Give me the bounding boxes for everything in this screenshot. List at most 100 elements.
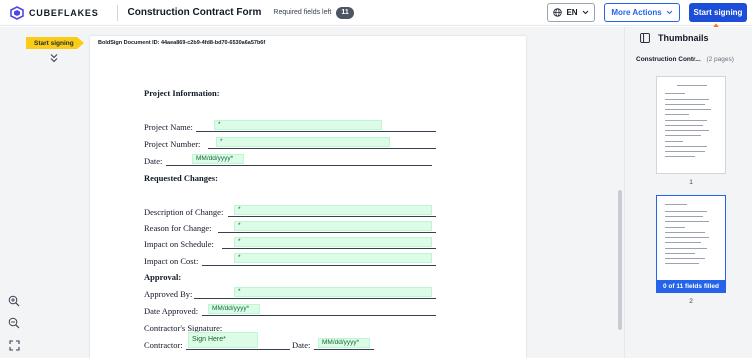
date-approved-label: Date Approved: <box>144 306 199 316</box>
reason-for-change-label: Reason for Change: <box>144 223 212 233</box>
project-number-line <box>208 148 436 149</box>
description-of-change-line <box>228 216 436 217</box>
thumbnail-text-line <box>665 93 685 94</box>
thumbnail-text-line <box>665 104 705 105</box>
reason-for-change-field[interactable]: * <box>234 221 432 231</box>
fit-screen-button[interactable] <box>6 337 22 353</box>
start-signing-button[interactable]: Start signing <box>689 3 747 22</box>
impact-on-schedule-label: Impact on Schedule: <box>144 239 214 249</box>
thumbnail-text-line <box>665 227 685 228</box>
zoom-out-icon <box>8 317 20 329</box>
date-placeholder: MM/dd/yyyy <box>196 155 231 162</box>
date-label: Date: <box>144 156 163 166</box>
thumbnail-text-line <box>665 114 689 115</box>
more-actions-label: More Actions <box>611 8 662 17</box>
sign-placeholder: Sign Here <box>192 336 224 343</box>
thumbnail-text-line <box>665 242 701 243</box>
thumbnails-header: Thumbnails <box>640 33 709 43</box>
brand-logo: CUBEFLAKES <box>10 0 99 26</box>
chevron-down-icon <box>582 10 588 15</box>
document-title: Construction Contract Form <box>127 7 262 18</box>
document-id: BoldSign Document ID: 44aea869-c2b9-4fd8… <box>98 40 266 46</box>
zoom-in-icon <box>8 295 20 307</box>
thumbnail-page-number-2: 2 <box>689 298 693 305</box>
date-approved-field[interactable]: MM/dd/yyyy* <box>208 304 260 314</box>
project-number-label: Project Number: <box>144 139 201 149</box>
header-divider <box>116 4 118 21</box>
required-mark: * <box>218 121 221 128</box>
more-actions-button[interactable]: More Actions <box>604 3 680 22</box>
thumbnail-text-line <box>665 135 701 136</box>
start-signing-tag[interactable]: Start signing <box>26 37 84 49</box>
thumbnail-page-number-1: 1 <box>689 179 693 186</box>
thumbnail-text-line <box>665 263 699 264</box>
contractor-date-line <box>314 349 374 350</box>
impact-on-schedule-field[interactable]: * <box>234 237 432 247</box>
start-signing-label: Start signing <box>693 8 743 17</box>
description-of-change-label: Description of Change: <box>144 207 224 217</box>
thumbnail-text-line <box>665 232 705 233</box>
required-mark: * <box>246 305 250 312</box>
thumbnails-page-count: (2 pages) <box>706 56 734 63</box>
thumbnail-text-line <box>677 85 707 86</box>
project-name-field[interactable]: * <box>214 120 382 130</box>
date-line <box>166 165 432 166</box>
section-approval-heading: Approval: <box>144 272 182 282</box>
thumbnails-panel-icon[interactable] <box>640 33 650 43</box>
project-name-line <box>196 131 436 132</box>
document-page: BoldSign Document ID: 44aea869-c2b9-4fd8… <box>90 36 526 358</box>
thumbnail-text-line <box>665 151 705 152</box>
zoom-out-button[interactable] <box>6 315 22 331</box>
date-approved-line <box>202 315 436 316</box>
contractor-date-field[interactable]: MM/dd/yyyy* <box>318 338 370 348</box>
impact-on-cost-line <box>202 265 436 266</box>
thumbnails-document-name: Construction Contr... <box>636 56 701 63</box>
impact-on-cost-label: Impact on Cost: <box>144 256 199 266</box>
language-select[interactable]: EN <box>547 3 595 22</box>
fields-filled-label: 0 of 11 fields filled <box>663 282 719 290</box>
contractor-line <box>186 349 290 350</box>
impact-on-schedule-line <box>222 248 436 249</box>
date-placeholder: MM/dd/yyyy <box>322 339 357 346</box>
approved-by-field[interactable]: * <box>234 287 432 297</box>
required-mark: * <box>238 222 241 229</box>
section-project-heading: Project Information: <box>144 88 220 98</box>
required-mark: * <box>238 238 241 245</box>
thumbnails-document-line: Construction Contr... (2 pages) <box>636 56 748 63</box>
fields-filled-status: 0 of 11 fields filled <box>657 280 725 292</box>
required-fields-label: Required fields left <box>273 9 332 16</box>
zoom-in-button[interactable] <box>6 293 22 309</box>
impact-on-cost-field[interactable]: * <box>234 253 432 263</box>
thumbnail-text-line <box>665 258 705 259</box>
thumbnail-text-line <box>665 130 709 131</box>
top-header: CUBEFLAKES Construction Contract Form Re… <box>0 0 752 26</box>
required-mark: * <box>238 254 241 261</box>
description-of-change-field[interactable]: * <box>234 205 432 215</box>
contractor-sign-field[interactable]: Sign Here* <box>188 332 258 348</box>
approved-by-label: Approved By: <box>144 289 193 299</box>
thumbnail-text-line <box>665 211 707 212</box>
required-mark: * <box>223 336 226 343</box>
required-mark: * <box>230 155 234 162</box>
thumbnail-text-line <box>665 204 687 205</box>
double-chevron-down-icon[interactable] <box>49 53 59 63</box>
thumbnail-text-line <box>665 156 695 157</box>
required-mark: * <box>220 138 223 145</box>
page-thumbnail-1[interactable] <box>656 76 726 174</box>
page-thumbnail-2[interactable]: 0 of 11 fields filled <box>656 195 726 293</box>
required-fields-count-badge: 11 <box>336 6 354 19</box>
thumbnail-text-line <box>665 221 709 222</box>
reason-for-change-line <box>218 232 436 233</box>
project-number-field[interactable]: * <box>216 137 390 147</box>
brand-name: CUBEFLAKES <box>29 7 99 18</box>
thumbnail-text-line <box>665 109 711 110</box>
date-field[interactable]: MM/dd/yyyy* <box>192 154 244 164</box>
start-tag-label: Start signing <box>34 39 74 47</box>
document-scrollbar-thumb[interactable] <box>618 190 622 330</box>
globe-icon <box>553 8 563 17</box>
thumbnail-text-line <box>665 237 709 238</box>
thumbnail-text-line <box>665 146 707 147</box>
date-placeholder: MM/dd/yyyy <box>212 305 247 312</box>
project-name-label: Project Name: <box>144 122 193 132</box>
cubeflakes-logo-icon <box>10 5 24 20</box>
